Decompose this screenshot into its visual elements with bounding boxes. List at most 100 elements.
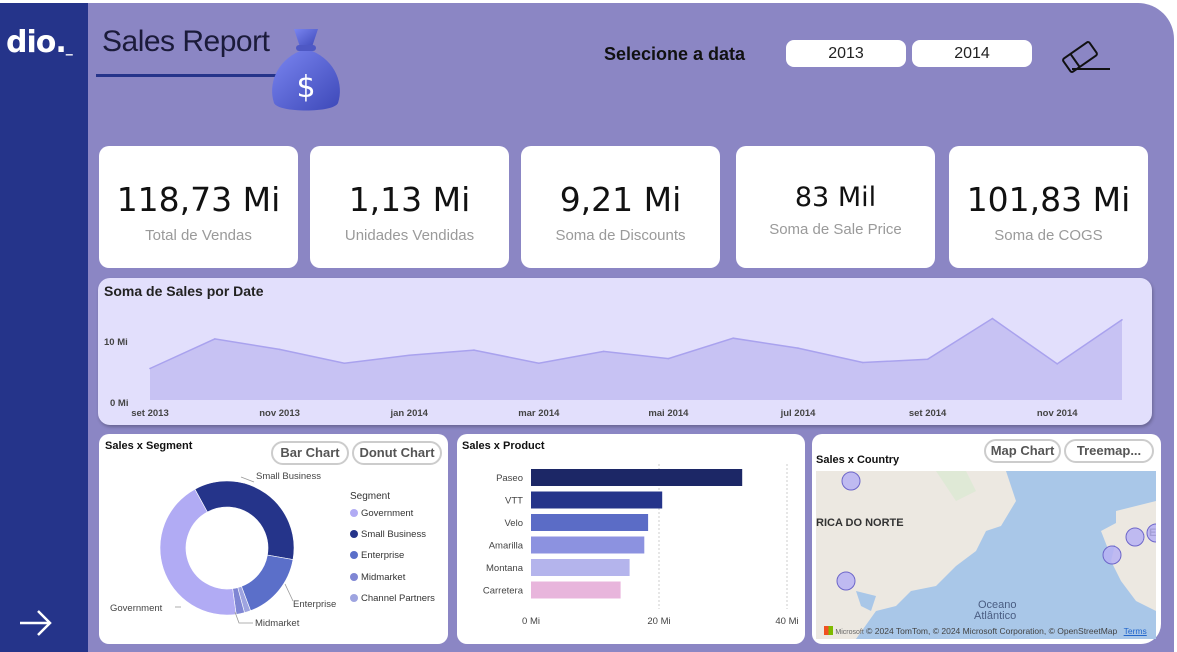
category-label: VTT bbox=[505, 496, 523, 507]
sales-by-date-chart: 10 Mi 0 Mi set 2013 nov 2013 jan 2014 mar 2… bbox=[104, 317, 1123, 419]
callout-label: Midmarket bbox=[255, 618, 300, 629]
kpi-card-sale-price: 83 Mil Soma de Sale Price bbox=[736, 146, 935, 268]
kpi-card-units-sold: 1,13 Mi Unidades Vendidas bbox=[310, 146, 509, 268]
data-point bbox=[1056, 363, 1058, 365]
terms-link[interactable]: Terms bbox=[1124, 626, 1147, 636]
legend-item[interactable]: Small Business bbox=[350, 529, 426, 540]
category-label: Velo bbox=[505, 518, 524, 529]
x-tick: nov 2013 bbox=[259, 408, 300, 419]
sidebar: dio._ bbox=[0, 3, 88, 652]
data-point bbox=[473, 349, 475, 351]
dashboard-canvas: dio._ Sales Report $ Selecione a data 20… bbox=[0, 3, 1174, 652]
legend-title: Segment bbox=[350, 491, 391, 502]
category-label: Amarilla bbox=[489, 541, 524, 552]
data-point bbox=[862, 361, 864, 364]
legend-swatch bbox=[350, 509, 358, 517]
data-point bbox=[214, 338, 216, 340]
area-fill bbox=[150, 318, 1122, 400]
category-label: Paseo bbox=[496, 473, 523, 484]
data-point bbox=[732, 337, 734, 339]
y-tick: 0 Mi bbox=[110, 398, 128, 409]
legend-swatch bbox=[350, 551, 358, 560]
country-bubble bbox=[841, 471, 861, 491]
x-tick: mar 2014 bbox=[518, 408, 560, 419]
bar bbox=[531, 491, 663, 509]
sales-by-country-card: Sales x Country Map Chart Treemap... RIC… bbox=[812, 434, 1161, 644]
data-point bbox=[926, 358, 929, 361]
bar bbox=[531, 514, 649, 531]
bar bbox=[531, 536, 645, 554]
data-point bbox=[278, 348, 281, 351]
x-tick: 40 Mi bbox=[775, 616, 798, 627]
country-bubble bbox=[1102, 545, 1122, 565]
kpi-value: 83 Mil bbox=[794, 182, 877, 213]
data-point bbox=[408, 354, 411, 357]
date-filter-label: Selecione a data bbox=[604, 44, 746, 64]
callout-label: Small Business bbox=[256, 471, 321, 482]
legend-label: Enterprise bbox=[361, 550, 405, 562]
chart-title: Sales x Country bbox=[816, 454, 900, 466]
sales-by-date-chart-card[interactable]: Soma de Sales por Date 10 Mi 0 Mi set 20… bbox=[98, 278, 1152, 425]
bar bbox=[531, 469, 743, 486]
kpi-label: Unidades Vendidas bbox=[344, 227, 475, 244]
kpi-label: Total de Vendas bbox=[145, 227, 252, 244]
kpi-card-discounts: 9,21 Mi Soma de Discounts bbox=[521, 146, 720, 268]
legend-swatch bbox=[350, 530, 358, 539]
callout-label: Enterprise bbox=[293, 599, 336, 610]
y-tick: 10 Mi bbox=[104, 337, 128, 348]
x-tick: mai 2014 bbox=[648, 408, 689, 419]
data-point bbox=[1121, 319, 1123, 321]
x-tick: 0 Mi bbox=[522, 616, 540, 627]
map-attribution: Microsoft © 2024 TomTom, © 2024 Microsof… bbox=[824, 626, 1147, 636]
treemap-button[interactable]: Treemap... bbox=[1064, 439, 1154, 463]
money-bag-icon: $ bbox=[272, 29, 340, 111]
legend-label: Channel Partners bbox=[361, 592, 435, 604]
x-tick: 20 Mi bbox=[647, 616, 670, 627]
category-label: Carretera bbox=[483, 586, 524, 597]
legend-label: Government bbox=[361, 508, 414, 519]
svg-text:$: $ bbox=[296, 70, 315, 105]
legend-item[interactable]: Channel Partners bbox=[350, 593, 435, 604]
title-underline bbox=[96, 74, 276, 77]
country-bubble bbox=[1125, 527, 1145, 547]
data-point bbox=[343, 362, 346, 364]
legend-label: Midmarket bbox=[361, 571, 406, 583]
kpi-card-cogs: 101,83 Mi Soma de COGS bbox=[949, 146, 1148, 268]
data-point bbox=[538, 362, 540, 364]
kpi-label: Soma de Sale Price bbox=[769, 221, 902, 238]
map-chart-button[interactable]: Map Chart bbox=[984, 439, 1061, 463]
country-bubble bbox=[836, 571, 856, 591]
year-2014-button[interactable]: 2014 bbox=[912, 40, 1032, 67]
sales-by-product-card: Sales x Product Paseo VTT Velo Amarilla Mont… bbox=[457, 434, 805, 644]
microsoft-logo-icon bbox=[824, 626, 833, 635]
arrow-right-icon[interactable] bbox=[16, 603, 56, 643]
bar bbox=[531, 559, 630, 576]
x-tick: jul 2014 bbox=[780, 408, 817, 419]
country-bubble bbox=[1146, 523, 1156, 543]
product-bar-chart: Paseo VTT Velo Amarilla Montana Carretera 0 M… bbox=[483, 464, 799, 627]
data-point bbox=[602, 350, 605, 353]
x-tick: set 2013 bbox=[131, 408, 169, 419]
data-point bbox=[667, 357, 670, 360]
x-tick: nov 2014 bbox=[1037, 408, 1078, 419]
country-map[interactable]: RICA DO NORTEOceanoAtlânticoE Microsoft … bbox=[816, 471, 1156, 639]
legend-item[interactable]: Government bbox=[350, 508, 413, 519]
kpi-card-total-sales: 118,73 Mi Total de Vendas bbox=[99, 146, 298, 268]
callout-label: Government bbox=[110, 603, 163, 614]
donut-slice bbox=[241, 554, 294, 612]
legend-label: Small Business bbox=[361, 529, 426, 541]
legend-item[interactable]: Midmarket bbox=[350, 572, 405, 583]
year-2013-button[interactable]: 2013 bbox=[786, 40, 906, 67]
sales-by-segment-card: Sales x Segment Bar Chart Donut Chart Sm… bbox=[99, 434, 448, 644]
kpi-value: 1,13 Mi bbox=[348, 180, 471, 219]
bar bbox=[531, 581, 621, 599]
eraser-icon[interactable] bbox=[1058, 39, 1112, 75]
kpi-label: Soma de Discounts bbox=[555, 227, 686, 244]
page-title: Sales Report bbox=[102, 25, 270, 58]
kpi-label: Soma de COGS bbox=[994, 227, 1103, 244]
legend-item[interactable]: Enterprise bbox=[350, 550, 404, 561]
brand-logo: dio._ bbox=[6, 25, 73, 60]
data-point bbox=[149, 367, 151, 370]
legend-swatch bbox=[350, 593, 358, 602]
kpi-value: 118,73 Mi bbox=[116, 180, 281, 219]
